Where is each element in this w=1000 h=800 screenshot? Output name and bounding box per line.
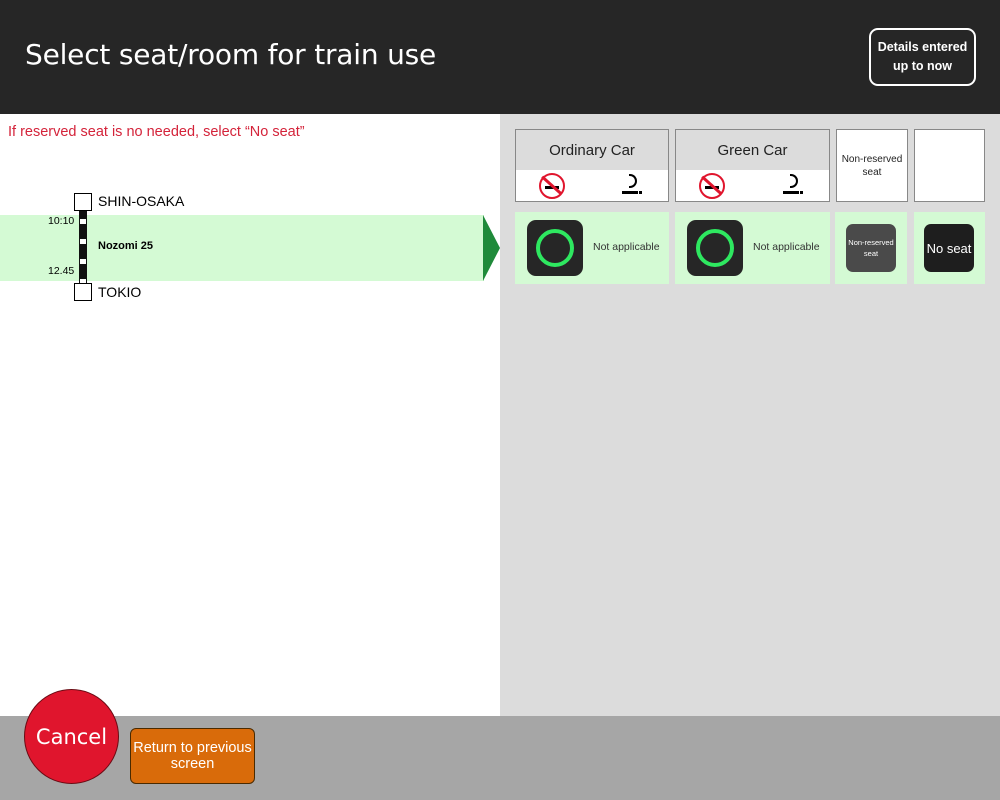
seat-selection-panel [500, 114, 1000, 716]
rail-line-icon [79, 211, 87, 283]
departure-station: SHIN-OSAKA [98, 193, 185, 209]
ordinary-car-cell: Not applicable [515, 212, 669, 284]
available-circle-icon [696, 229, 734, 267]
smoking-icon [783, 174, 805, 196]
ordinary-car-label: Ordinary Car [516, 130, 668, 170]
green-car-header: Green Car [675, 129, 830, 202]
green-car-label: Green Car [676, 130, 829, 170]
non-reserved-seat-button[interactable]: Non-reserved seat [846, 224, 896, 272]
green-car-smoking-status: Not applicable [753, 241, 820, 253]
arrival-time: 12.45 [48, 265, 75, 277]
arrival-station: TOKIO [98, 284, 142, 300]
arrival-station-marker [74, 283, 92, 301]
no-seat-hint: If reserved seat is no needed, select “N… [8, 124, 305, 140]
green-car-cell: Not applicable [675, 212, 830, 284]
no-seat-cell: No seat [914, 212, 985, 284]
header-bar: Select seat/room for train use Details e… [0, 0, 1000, 114]
page-title: Select seat/room for train use [25, 38, 437, 71]
train-row-arrow-icon [483, 215, 500, 281]
no-seat-header [914, 129, 985, 202]
details-entered-button[interactable]: Details entered up to now [869, 28, 976, 86]
departure-station-marker [74, 193, 92, 211]
non-reserved-cell: Non-reserved seat [835, 212, 907, 284]
no-seat-button[interactable]: No seat [924, 224, 974, 272]
no-smoking-icon [699, 173, 725, 199]
green-car-no-smoking-button[interactable] [687, 220, 743, 276]
cancel-button[interactable]: Cancel [24, 689, 119, 784]
smoking-icon [622, 174, 644, 196]
ordinary-car-no-smoking-button[interactable] [527, 220, 583, 276]
available-circle-icon [536, 229, 574, 267]
return-button[interactable]: Return to previous screen [130, 728, 255, 784]
ordinary-car-smoking-status: Not applicable [593, 241, 660, 253]
ordinary-car-header: Ordinary Car [515, 129, 669, 202]
train-name: Nozomi 25 [98, 240, 154, 252]
non-reserved-header: Non-reserved seat [836, 129, 908, 202]
no-smoking-icon [539, 173, 565, 199]
departure-time: 10:10 [48, 215, 75, 227]
